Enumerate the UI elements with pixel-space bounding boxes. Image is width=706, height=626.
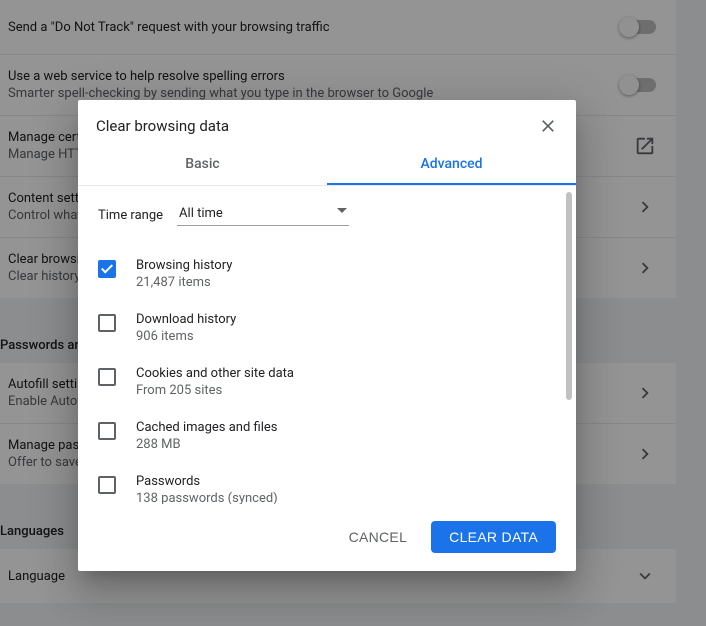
time-range-label: Time range xyxy=(98,208,163,223)
option-checkbox[interactable] xyxy=(98,314,116,332)
clear-data-option: Download history 906 items xyxy=(98,302,548,356)
dialog-tabs: Basic Advanced xyxy=(78,144,576,186)
close-icon[interactable] xyxy=(538,116,558,136)
option-subtitle: 906 items xyxy=(136,329,236,344)
option-subtitle: 21,487 items xyxy=(136,275,232,290)
option-subtitle: 138 passwords (synced) xyxy=(136,491,278,504)
clear-browsing-data-dialog: Clear browsing data Basic Advanced Time … xyxy=(78,100,576,571)
tab-basic[interactable]: Basic xyxy=(78,144,327,185)
option-subtitle: 288 MB xyxy=(136,437,277,452)
time-range-select[interactable]: All time xyxy=(177,204,349,226)
option-checkbox[interactable] xyxy=(98,476,116,494)
clear-data-option: Cookies and other site data From 205 site… xyxy=(98,356,548,410)
dropdown-triangle-icon xyxy=(337,208,347,213)
option-title: Cached images and files xyxy=(136,420,277,435)
dialog-body: Time range All time Browsing history 21,4… xyxy=(78,186,576,504)
time-range-value: All time xyxy=(179,206,223,221)
option-checkbox[interactable] xyxy=(98,422,116,440)
option-checkbox[interactable] xyxy=(98,368,116,386)
dialog-actions: CANCEL CLEAR DATA xyxy=(78,504,576,571)
option-title: Passwords xyxy=(136,474,278,489)
clear-data-option: Passwords 138 passwords (synced) xyxy=(98,464,548,504)
option-title: Cookies and other site data xyxy=(136,366,294,381)
clear-data-button[interactable]: CLEAR DATA xyxy=(431,521,556,553)
option-title: Download history xyxy=(136,312,236,327)
option-subtitle: From 205 sites xyxy=(136,383,294,398)
clear-data-option: Browsing history 21,487 items xyxy=(98,248,548,302)
cancel-button[interactable]: CANCEL xyxy=(339,521,418,553)
option-checkbox[interactable] xyxy=(98,260,116,278)
tab-advanced[interactable]: Advanced xyxy=(327,144,576,185)
dialog-title: Clear browsing data xyxy=(96,117,229,135)
clear-data-option: Cached images and files 288 MB xyxy=(98,410,548,464)
option-title: Browsing history xyxy=(136,258,232,273)
